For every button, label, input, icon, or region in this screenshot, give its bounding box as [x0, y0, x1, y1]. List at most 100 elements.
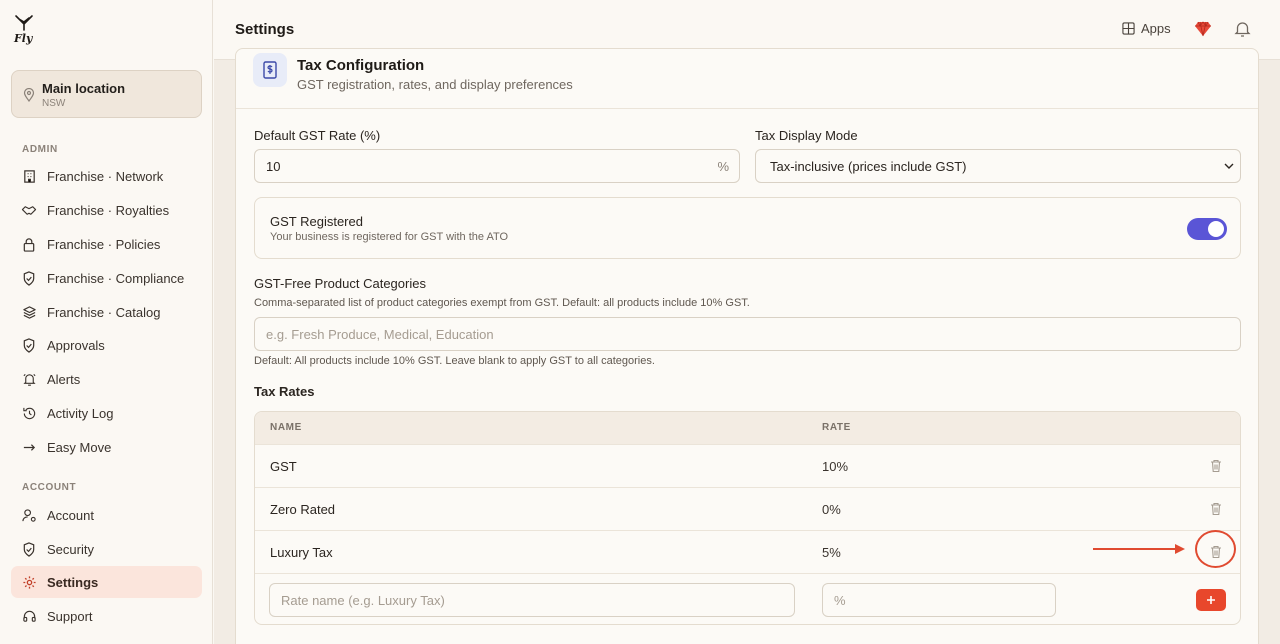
building-icon — [21, 168, 37, 184]
sidebar-item-security[interactable]: Security — [11, 533, 202, 565]
annotation-circle — [1195, 530, 1236, 568]
trash-icon[interactable] — [1210, 502, 1222, 516]
sidebar-item-label: Franchise · Network — [47, 168, 164, 184]
shield-check-icon — [21, 270, 37, 286]
user-cog-icon — [21, 507, 37, 523]
history-icon — [21, 405, 37, 421]
shield-icon — [21, 541, 37, 557]
sidebar-item-activity-log[interactable]: Activity Log — [11, 397, 202, 429]
rate-value: 5% — [822, 545, 841, 560]
plus-icon — [1207, 596, 1215, 604]
sidebar-item-label: Account — [47, 507, 94, 523]
sidebar-item-label: Settings — [47, 574, 99, 590]
sidebar-item-label: Franchise · Policies — [47, 236, 161, 252]
gst-registered-desc: Your business is registered for GST with… — [270, 231, 509, 243]
card-header: Tax Configuration GST registration, rate… — [236, 49, 1258, 109]
toggle-knob — [1208, 221, 1224, 237]
gst-rate-label: Default GST Rate (%) — [254, 128, 381, 143]
table-header: NAME RATE — [255, 412, 1240, 444]
bird-logo-icon — [15, 15, 33, 31]
sidebar-item-account[interactable]: Account — [11, 499, 202, 531]
sidebar-item-label: Franchise · Compliance — [47, 270, 185, 286]
sidebar-item-label: Franchise · Royalties — [47, 202, 170, 218]
gst-free-label: GST-Free Product Categories — [254, 276, 426, 291]
sidebar-item-franchise-compliance[interactable]: Franchise · Compliance — [11, 262, 202, 294]
sidebar-item-franchise-catalog[interactable]: Franchise · Catalog — [11, 296, 202, 328]
display-mode-select[interactable]: Tax-inclusive (prices include GST) — [755, 149, 1241, 183]
sidebar-item-support[interactable]: Support — [11, 600, 202, 632]
percent-suffix: % — [717, 159, 729, 174]
sidebar-item-alerts[interactable]: Alerts — [11, 363, 202, 395]
layers-icon — [21, 304, 37, 320]
shield-check-icon — [21, 337, 37, 353]
bell-icon[interactable] — [1234, 20, 1251, 43]
location-state: NSW — [42, 98, 66, 109]
bell-ring-icon — [21, 371, 37, 387]
arrows-icon — [21, 439, 37, 455]
display-mode-label: Tax Display Mode — [755, 128, 858, 143]
map-pin-icon — [23, 88, 35, 102]
sidebar-item-franchise-royalties[interactable]: Franchise · Royalties — [11, 194, 202, 226]
apps-label: Apps — [1141, 21, 1171, 36]
gem-icon[interactable] — [1194, 21, 1212, 42]
rate-value: 10% — [822, 459, 849, 474]
new-rate-name-placeholder: Rate name (e.g. Luxury Tax) — [281, 593, 445, 608]
logo-text: Fly — [14, 32, 33, 45]
sidebar-item-easy-move[interactable]: Easy Move — [11, 431, 202, 463]
location-selector[interactable]: Main location NSW — [11, 70, 202, 118]
sidebar-item-franchise-network[interactable]: Franchise · Network — [11, 160, 202, 192]
sidebar-item-label: Activity Log — [47, 405, 114, 421]
new-rate-value-input[interactable]: % — [822, 583, 1056, 617]
sidebar-item-label: Approvals — [47, 337, 105, 353]
display-mode-value: Tax-inclusive (prices include GST) — [770, 159, 967, 174]
gst-rate-value: 10 — [266, 159, 281, 174]
sidebar-item-label: Easy Move — [47, 439, 112, 455]
annotation-arrow — [1093, 544, 1185, 554]
gst-free-categories-input[interactable]: e.g. Fresh Produce, Medical, Education — [254, 317, 1241, 351]
location-name: Main location — [42, 81, 126, 96]
gst-free-description: Comma-separated list of product categori… — [254, 297, 750, 309]
rate-name: Luxury Tax — [270, 545, 333, 560]
rate-name: GST — [270, 459, 297, 474]
sidebar-item-franchise-policies[interactable]: Franchise · Policies — [11, 228, 202, 260]
gst-free-help: Default: All products include 10% GST. L… — [254, 355, 655, 367]
new-rate-value-placeholder: % — [834, 593, 846, 608]
gst-registered-panel: GST Registered Your business is register… — [254, 197, 1241, 259]
sidebar-item-label: Alerts — [47, 371, 81, 387]
sidebar-item-label: Support — [47, 608, 93, 624]
card-subtitle: GST registration, rates, and display pre… — [297, 77, 573, 92]
headset-icon — [21, 608, 37, 624]
sidebar-item-label: Franchise · Catalog — [47, 304, 161, 320]
column-rate: RATE — [822, 422, 851, 433]
apps-button[interactable]: Apps — [1122, 21, 1171, 36]
sidebar-item-settings[interactable]: Settings — [11, 566, 202, 598]
gst-free-placeholder: e.g. Fresh Produce, Medical, Education — [266, 327, 494, 342]
receipt-dollar-icon — [253, 53, 287, 87]
gst-registered-toggle[interactable] — [1187, 218, 1227, 240]
sidebar-item-approvals[interactable]: Approvals — [11, 329, 202, 361]
admin-section-label: ADMIN — [22, 144, 58, 155]
gear-icon — [21, 574, 37, 590]
column-name: NAME — [270, 422, 302, 433]
rate-name: Zero Rated — [270, 502, 336, 517]
grid-icon — [1122, 22, 1135, 35]
gst-registered-title: GST Registered — [270, 214, 363, 229]
handshake-icon — [21, 202, 37, 218]
account-section-label: ACCOUNT — [22, 482, 77, 493]
trash-icon[interactable] — [1210, 459, 1222, 473]
table-row: GST 10% — [255, 444, 1240, 487]
tax-rates-label: Tax Rates — [254, 384, 315, 399]
gst-rate-input[interactable]: 10 % — [254, 149, 740, 183]
new-rate-name-input[interactable]: Rate name (e.g. Luxury Tax) — [269, 583, 795, 617]
sidebar-item-label: Security — [47, 541, 94, 557]
table-row: Zero Rated 0% — [255, 487, 1240, 530]
card-title: Tax Configuration — [297, 57, 425, 74]
add-rate-button[interactable] — [1196, 589, 1226, 611]
page-title: Settings — [235, 21, 295, 38]
rate-value: 0% — [822, 502, 841, 517]
lock-icon — [21, 236, 37, 252]
chevron-down-icon — [1224, 163, 1234, 169]
tax-rates-table: NAME RATE GST 10% Zero Rated 0% Luxury T… — [254, 411, 1241, 625]
add-rate-row: Rate name (e.g. Luxury Tax) % — [255, 573, 1240, 624]
sidebar: Fly Main location NSW ADMIN Franchise · … — [0, 0, 213, 644]
